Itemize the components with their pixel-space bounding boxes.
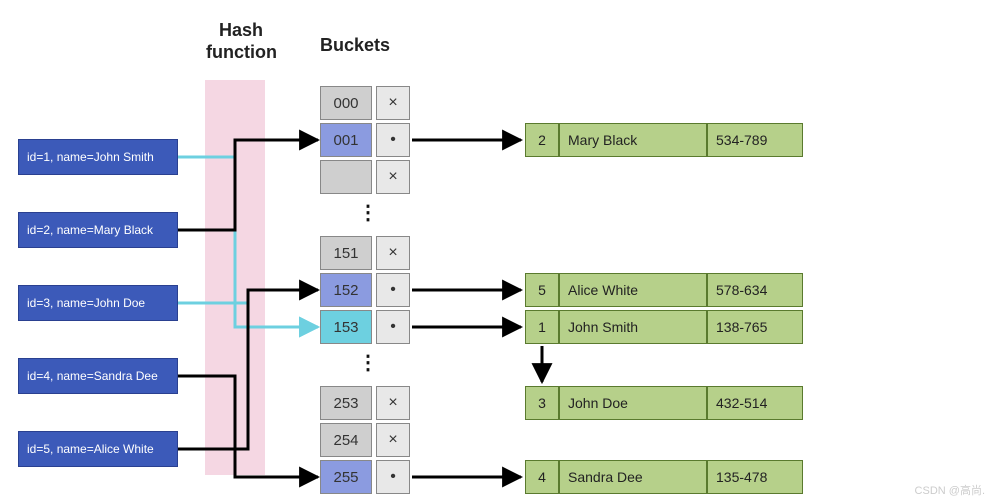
- bucket-index: 000: [320, 86, 372, 120]
- bucket-pointer: •: [376, 273, 410, 307]
- input-label: id=5, name=Alice White: [27, 442, 154, 456]
- bucket-pointer: ×: [376, 423, 410, 457]
- input-label: id=2, name=Mary Black: [27, 223, 153, 237]
- record-name: Mary Black: [559, 123, 707, 157]
- input-record-5: id=5, name=Alice White: [18, 431, 178, 467]
- bucket-pointer: •: [376, 460, 410, 494]
- record-phone: 578-634: [707, 273, 803, 307]
- record-id: 4: [525, 460, 559, 494]
- record-name: Alice White: [559, 273, 707, 307]
- bucket-pointer: •: [376, 123, 410, 157]
- data-record: 5 Alice White 578-634: [525, 273, 803, 307]
- bucket-index: 001: [320, 123, 372, 157]
- bucket-index: [320, 160, 372, 194]
- record-name: Sandra Dee: [559, 460, 707, 494]
- ellipsis: ⋮: [358, 350, 380, 375]
- bucket-index: 151: [320, 236, 372, 270]
- connector-lines: [0, 0, 993, 500]
- bucket-index: 152: [320, 273, 372, 307]
- input-record-1: id=1, name=John Smith: [18, 139, 178, 175]
- record-id: 2: [525, 123, 559, 157]
- record-name: John Smith: [559, 310, 707, 344]
- input-record-3: id=3, name=John Doe: [18, 285, 178, 321]
- input-record-2: id=2, name=Mary Black: [18, 212, 178, 248]
- record-phone: 138-765: [707, 310, 803, 344]
- data-record: 1 John Smith 138-765: [525, 310, 803, 344]
- watermark: CSDN @高尚.: [915, 482, 985, 498]
- data-record: 2 Mary Black 534-789: [525, 123, 803, 157]
- input-label: id=3, name=John Doe: [27, 296, 145, 310]
- title-buckets: Buckets: [320, 35, 390, 57]
- bucket-index: 255: [320, 460, 372, 494]
- hash-function-column: [205, 80, 265, 475]
- bucket-pointer: ×: [376, 160, 410, 194]
- ellipsis: ⋮: [358, 200, 380, 225]
- bucket-index: 253: [320, 386, 372, 420]
- record-id: 5: [525, 273, 559, 307]
- data-record: 3 John Doe 432-514: [525, 386, 803, 420]
- bucket-index: 254: [320, 423, 372, 457]
- input-label: id=1, name=John Smith: [27, 150, 154, 164]
- bucket-pointer: ×: [376, 386, 410, 420]
- record-phone: 432-514: [707, 386, 803, 420]
- bucket-pointer: ×: [376, 236, 410, 270]
- record-id: 1: [525, 310, 559, 344]
- bucket-index: 153: [320, 310, 372, 344]
- record-phone: 135-478: [707, 460, 803, 494]
- title-hash-function: Hash function: [206, 20, 276, 63]
- input-label: id=4, name=Sandra Dee: [27, 369, 158, 383]
- bucket-pointer: •: [376, 310, 410, 344]
- record-id: 3: [525, 386, 559, 420]
- input-record-4: id=4, name=Sandra Dee: [18, 358, 178, 394]
- record-name: John Doe: [559, 386, 707, 420]
- record-phone: 534-789: [707, 123, 803, 157]
- bucket-pointer: ×: [376, 86, 410, 120]
- data-record: 4 Sandra Dee 135-478: [525, 460, 803, 494]
